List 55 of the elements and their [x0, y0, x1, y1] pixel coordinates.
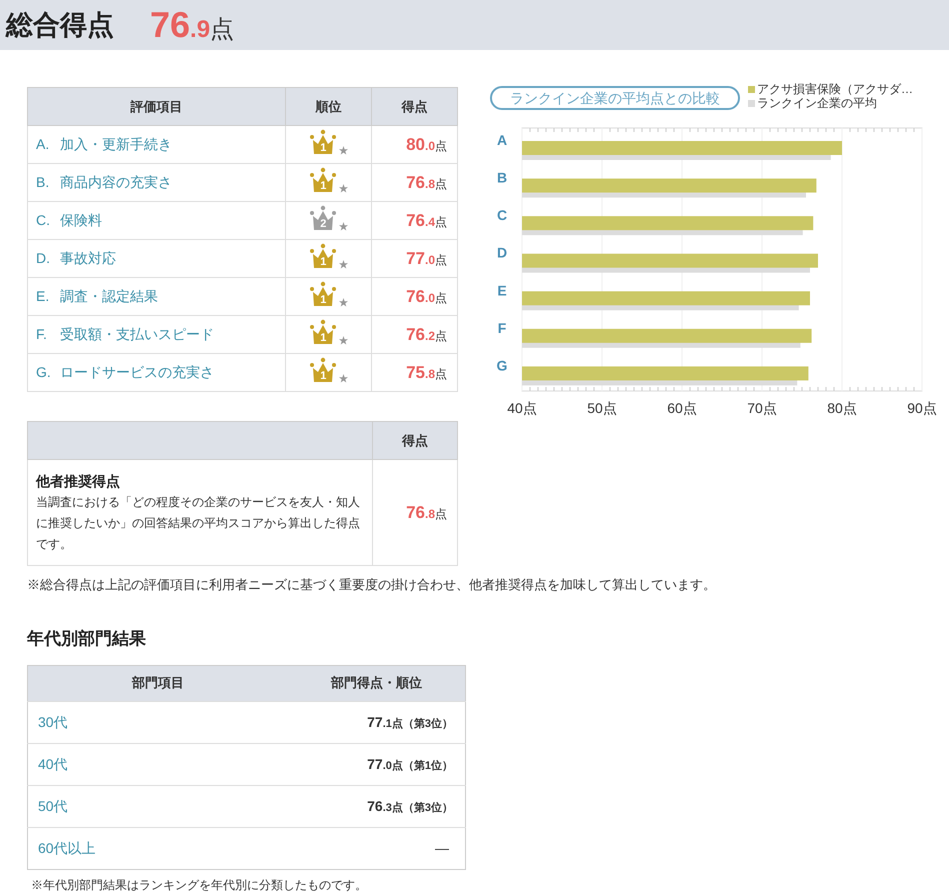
category-label: C	[496, 207, 508, 224]
age-score: 77.1点（第3位）	[367, 714, 453, 730]
item-link[interactable]: C. 保険料	[36, 212, 102, 228]
legend-label: アクサ損害保険（アクサダ…	[757, 82, 913, 96]
column-header: 評価項目	[28, 88, 286, 126]
age-link[interactable]: 30代	[38, 714, 68, 730]
star-icon	[339, 374, 348, 382]
star-icon	[339, 146, 348, 154]
recommend-description: 当調査における「どの程度その企業のサービスを友人・知人に推奨したいか」の回答結果の平均スコアから算出した得点です。	[36, 494, 361, 553]
category-label: G	[496, 357, 508, 374]
axis-tick-label: 60点	[667, 400, 697, 416]
score-value: 75.8点	[406, 362, 447, 382]
age-link[interactable]: 40代	[38, 756, 68, 772]
column-header: 部門得点・順位	[288, 665, 466, 701]
score-value: 76.8点	[406, 502, 447, 522]
recommend-title: 他者推奨得点	[36, 472, 121, 491]
score-value: 76.2点	[406, 324, 447, 344]
age-link[interactable]: 60代以上	[38, 840, 96, 856]
section-heading: 年代別部門結果	[27, 628, 147, 650]
column-header: 得点	[372, 422, 458, 460]
star-icon	[339, 260, 348, 268]
axis-tick-label: 70点	[747, 400, 777, 416]
footnote: ※総合得点は上記の評価項目に利用者ニーズに基づく重要度の掛け合わせ、他者推奨得点を加味して算出しています。	[26, 576, 717, 594]
empty-score: —	[435, 840, 450, 856]
score-value: 77.0点	[406, 248, 447, 268]
column-header: 部門項目	[28, 665, 288, 701]
age-score: 77.0点（第1位）	[367, 756, 453, 772]
age-score: 76.3点（第3位）	[367, 798, 453, 814]
category-label: A	[496, 132, 508, 148]
page-title: 総合得点	[6, 8, 114, 42]
age-link[interactable]: 50代	[38, 798, 68, 814]
axis-tick-label: 90点	[907, 400, 937, 416]
score-value: 76.4点	[406, 210, 447, 230]
category-label: D	[496, 244, 508, 261]
column-header: 順位	[285, 88, 372, 126]
star-icon	[339, 298, 348, 306]
column-header: 得点	[372, 88, 458, 126]
axis-tick-label: 40点	[507, 400, 537, 416]
star-icon	[339, 222, 348, 230]
category-label: B	[496, 170, 508, 186]
chart-title-pill: ランクイン企業の平均点との比較	[490, 86, 740, 110]
item-link[interactable]: E. 調査・認定結果	[36, 288, 158, 304]
legend-label: ランクイン企業の平均	[757, 96, 877, 110]
category-label: F	[498, 320, 506, 336]
item-link[interactable]: D. 事故対応	[36, 250, 116, 266]
star-icon	[339, 184, 348, 192]
score-value: 80.0点	[406, 134, 447, 154]
score-value: 76.8点	[406, 172, 447, 192]
axis-tick-label: 50点	[587, 400, 617, 416]
category-label: E	[497, 282, 507, 298]
footnote: ※年代別部門結果はランキングを年代別に分類したものです。	[30, 876, 368, 894]
star-icon	[339, 336, 348, 344]
total-score: 76.9点	[150, 7, 234, 43]
axis-tick-label: 80点	[827, 400, 857, 416]
score-value: 76.0点	[406, 286, 447, 306]
